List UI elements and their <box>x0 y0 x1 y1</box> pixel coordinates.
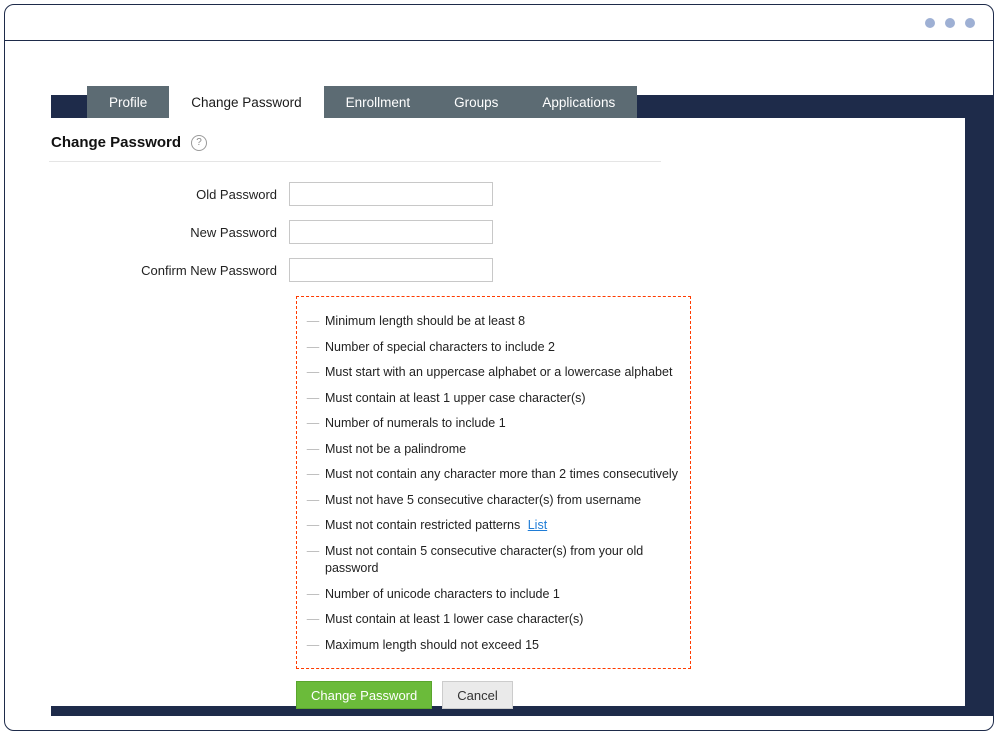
rule-dash-icon: — <box>301 364 325 382</box>
form-row-confirm-password: Confirm New Password <box>49 258 965 282</box>
app-shell: Profile Change Password Enrollment Group… <box>5 41 993 730</box>
tab-groups[interactable]: Groups <box>432 86 520 118</box>
rule-dash-icon: — <box>301 517 325 535</box>
rule-text: Must not contain 5 consecutive character… <box>325 543 680 578</box>
page-title: Change Password <box>51 134 181 151</box>
tab-applications[interactable]: Applications <box>520 86 637 118</box>
form-row-old-password: Old Password <box>49 182 965 206</box>
password-rule: — Maximum length should not exceed 15 <box>301 633 680 659</box>
rule-dash-icon: — <box>301 313 325 331</box>
password-rule: — Must not contain restricted patterns L… <box>301 513 680 539</box>
help-icon[interactable]: ? <box>191 135 207 151</box>
password-rules-box: — Minimum length should be at least 8 — … <box>296 296 691 669</box>
rule-text: Must not be a palindrome <box>325 441 680 459</box>
rule-text: Number of unicode characters to include … <box>325 586 680 604</box>
tab-profile[interactable]: Profile <box>87 86 169 118</box>
page-header: Change Password ? <box>49 134 661 162</box>
password-rule: — Must start with an uppercase alphabet … <box>301 360 680 386</box>
rule-text: Must contain at least 1 upper case chara… <box>325 390 680 408</box>
restricted-patterns-list-link[interactable]: List <box>528 518 547 532</box>
password-rule: — Must not have 5 consecutive character(… <box>301 488 680 514</box>
window-control-dot[interactable] <box>945 18 955 28</box>
old-password-label: Old Password <box>49 187 289 202</box>
rule-text: Number of special characters to include … <box>325 339 680 357</box>
password-rule: — Number of special characters to includ… <box>301 335 680 361</box>
window-control-dot[interactable] <box>965 18 975 28</box>
browser-titlebar <box>5 5 993 41</box>
content-panel: Change Password ? Old Password New Passw… <box>49 118 965 706</box>
tab-enrollment[interactable]: Enrollment <box>324 86 433 118</box>
rule-dash-icon: — <box>301 390 325 408</box>
rule-dash-icon: — <box>301 637 325 655</box>
new-password-label: New Password <box>49 225 289 240</box>
rule-text: Number of numerals to include 1 <box>325 415 680 433</box>
rule-dash-icon: — <box>301 339 325 357</box>
form-row-new-password: New Password <box>49 220 965 244</box>
password-rule: — Minimum length should be at least 8 <box>301 309 680 335</box>
tabs-bar: Profile Change Password Enrollment Group… <box>87 86 637 118</box>
new-password-input[interactable] <box>289 220 493 244</box>
change-password-button[interactable]: Change Password <box>296 681 432 709</box>
window-control-dot[interactable] <box>925 18 935 28</box>
tab-change-password[interactable]: Change Password <box>169 86 323 118</box>
password-rule: — Must contain at least 1 lower case cha… <box>301 607 680 633</box>
rule-dash-icon: — <box>301 415 325 433</box>
password-rule: — Must contain at least 1 upper case cha… <box>301 386 680 412</box>
password-rule: — Must not be a palindrome <box>301 437 680 463</box>
password-rule: — Number of numerals to include 1 <box>301 411 680 437</box>
rule-dash-icon: — <box>301 586 325 604</box>
confirm-password-input[interactable] <box>289 258 493 282</box>
rule-dash-icon: — <box>301 611 325 629</box>
rule-text: Must not contain restricted patterns Lis… <box>325 517 680 535</box>
rule-text: Must start with an uppercase alphabet or… <box>325 364 680 382</box>
confirm-password-label: Confirm New Password <box>49 263 289 278</box>
rule-text: Maximum length should not exceed 15 <box>325 637 680 655</box>
rule-dash-icon: — <box>301 466 325 484</box>
cancel-button[interactable]: Cancel <box>442 681 512 709</box>
rule-text: Must not have 5 consecutive character(s)… <box>325 492 680 510</box>
password-rule: — Must not contain 5 consecutive charact… <box>301 539 680 582</box>
rule-dash-icon: — <box>301 441 325 459</box>
browser-frame: Profile Change Password Enrollment Group… <box>4 4 994 731</box>
rule-dash-icon: — <box>301 543 325 561</box>
rule-text: Must contain at least 1 lower case chara… <box>325 611 680 629</box>
rule-text-inner: Must not contain restricted patterns <box>325 518 520 532</box>
password-rule: — Must not contain any character more th… <box>301 462 680 488</box>
old-password-input[interactable] <box>289 182 493 206</box>
button-row: Change Password Cancel <box>296 681 965 709</box>
rule-text: Minimum length should be at least 8 <box>325 313 680 331</box>
rule-text: Must not contain any character more than… <box>325 466 680 484</box>
password-rule: — Number of unicode characters to includ… <box>301 582 680 608</box>
rule-dash-icon: — <box>301 492 325 510</box>
